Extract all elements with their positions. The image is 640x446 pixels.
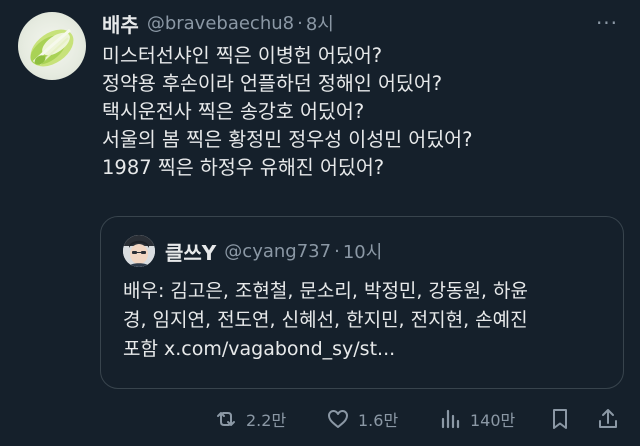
tweet-text-line: 미스터선샤인 찍은 이병헌 어딨어? — [102, 44, 383, 67]
tweet-text-line: 서울의 봄 찍은 황정민 정우성 이성민 어딨어? — [102, 128, 473, 151]
cabbage-icon — [30, 28, 74, 67]
tweet-text-line: 1987 찍은 하정우 유해진 어딨어? — [102, 156, 385, 179]
share-icon — [599, 409, 617, 428]
quoted-tweet-timestamp[interactable]: 10시 — [343, 238, 382, 264]
tweet-text-line: 택시운전사 찍은 송강호 어딨어? — [102, 100, 365, 123]
quoted-text-line: 포함 x.com/vagabond_sy/st... — [123, 338, 396, 360]
tweet-text: 미스터선샤인 찍은 이병헌 어딨어? 정약용 후손이라 언플하던 정해인 어딨어… — [102, 42, 622, 182]
quoted-text-line: 경, 임지연, 전도연, 신혜선, 한지민, 전지현, 손예진 — [123, 309, 528, 331]
author-avatar[interactable] — [18, 12, 86, 80]
quoted-text-line: 배우: 김고은, 조현철, 문소리, 박정민, 강동원, 하윤 — [123, 280, 528, 302]
author-display-name[interactable]: 배추 — [102, 9, 139, 38]
retweet-button[interactable]: 2.2만 — [214, 402, 286, 436]
quoted-author-display-name[interactable]: 클쓰Y — [165, 237, 216, 266]
quoted-tweet-text: 배우: 김고은, 조현철, 문소리, 박정민, 강동원, 하윤 경, 임지연, … — [123, 277, 613, 364]
tweet-header: 배추 @bravebaechu8 · 8시 — [102, 9, 334, 38]
tweet-actions: 2.2만 1.6만 140만 — [0, 402, 640, 436]
bookmark-icon — [553, 409, 567, 429]
quoted-tweet-header: 클쓰Y @cyang737 · 10시 — [165, 237, 382, 265]
share-button[interactable] — [596, 402, 620, 436]
like-button[interactable]: 1.6만 — [326, 402, 398, 436]
tweet-text-line: 정약용 후손이라 언플하던 정해인 어딨어? — [102, 72, 443, 95]
tweet: 배추 @bravebaechu8 · 8시 ··· 미스터선샤인 찍은 이병헌 … — [0, 0, 640, 446]
like-count: 1.6만 — [358, 411, 399, 430]
quoted-author-handle[interactable]: @cyang737 — [224, 241, 331, 262]
separator-dot: · — [297, 12, 303, 34]
quoted-author-avatar[interactable] — [123, 235, 155, 267]
retweet-count: 2.2만 — [246, 411, 287, 430]
views-button[interactable]: 140만 — [438, 402, 515, 436]
analytics-icon — [441, 409, 460, 429]
views-count: 140만 — [470, 411, 516, 430]
bookmark-button[interactable] — [548, 402, 572, 436]
more-options-button[interactable]: ··· — [594, 10, 620, 36]
separator-dot: · — [334, 240, 340, 262]
author-handle[interactable]: @bravebaechu8 — [147, 13, 294, 34]
heart-icon — [328, 410, 348, 428]
quoted-tweet-card[interactable]: 클쓰Y @cyang737 · 10시 배우: 김고은, 조현철, 문소리, 박… — [100, 216, 624, 389]
more-icon: ··· — [595, 11, 619, 35]
tweet-timestamp[interactable]: 8시 — [306, 10, 334, 36]
person-photo-icon — [123, 235, 155, 267]
retweet-icon — [217, 412, 235, 426]
